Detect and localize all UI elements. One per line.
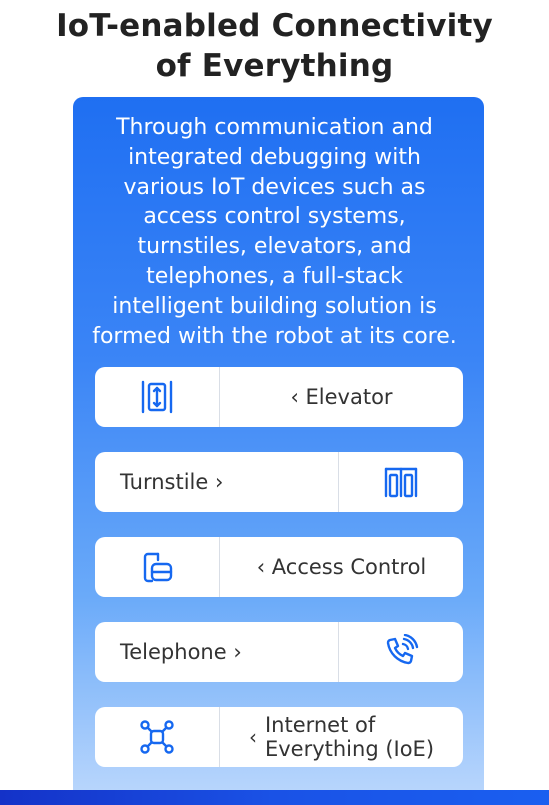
elevator-label: ‹ Elevator: [290, 385, 393, 409]
access-control-icon: [95, 537, 220, 597]
ioe-card[interactable]: ‹ Internet of Everything (IoE): [95, 707, 463, 767]
bottom-bar: [0, 790, 549, 805]
telephone-label: Telephone ›: [120, 640, 242, 664]
telephone-icon: [338, 622, 463, 682]
turnstile-label: Turnstile ›: [120, 470, 224, 494]
access-control-card[interactable]: ‹ Access Control: [95, 537, 463, 597]
telephone-card[interactable]: Telephone ›: [95, 622, 463, 682]
ioe-network-icon: [95, 707, 220, 767]
elevator-card[interactable]: ‹ Elevator: [95, 367, 463, 427]
turnstile-icon: [338, 452, 463, 512]
ioe-label-text: Internet of Everything (IoE): [264, 713, 435, 761]
page-title: IoT-enabled Connectivity of Everything: [56, 8, 493, 84]
chevron-left-icon: ‹: [248, 725, 257, 749]
turnstile-card[interactable]: Turnstile ›: [95, 452, 463, 512]
access-control-label: ‹ Access Control: [256, 555, 427, 579]
ioe-label: ‹ Internet of Everything (IoE): [220, 707, 463, 767]
elevator-icon: [95, 367, 220, 427]
description-text: Through communication and integrated deb…: [92, 115, 457, 349]
